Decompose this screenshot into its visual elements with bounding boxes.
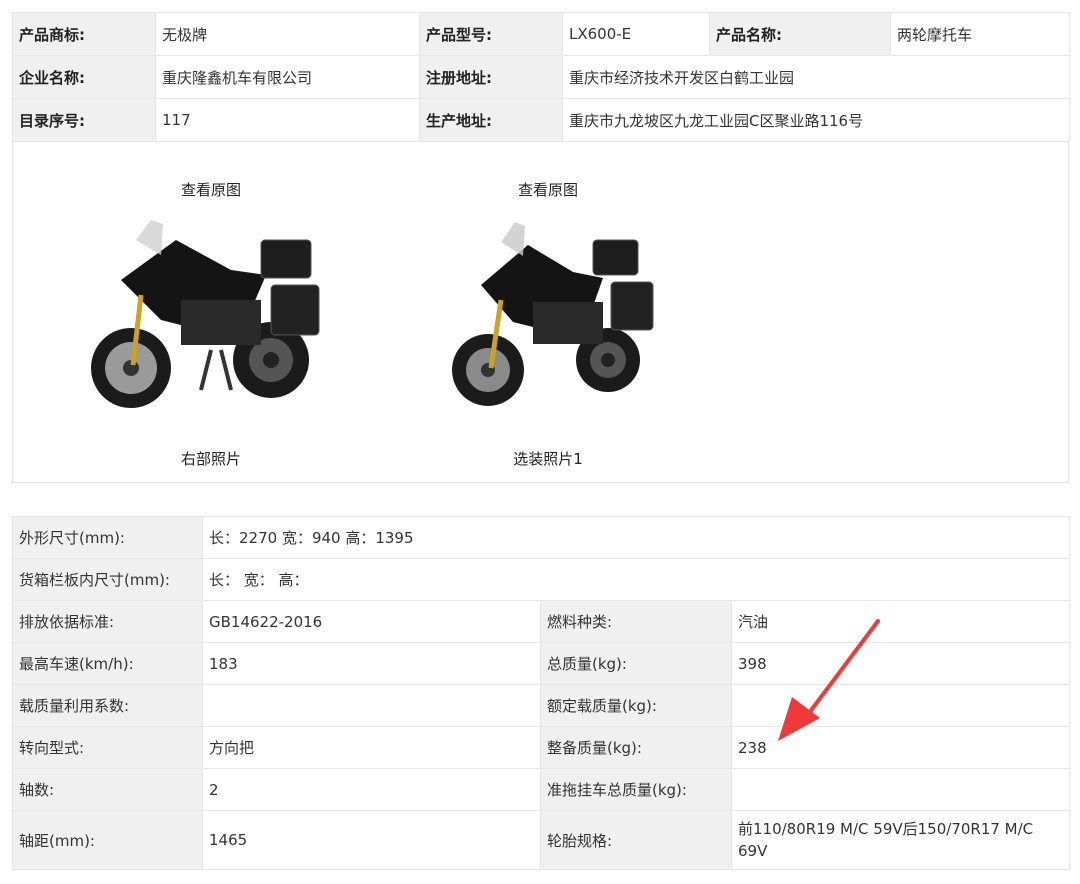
table-row: 外形尺寸(mm): 长：2270 宽：940 高：1395 — [12, 516, 1071, 559]
production-address-label: 生产地址: — [419, 98, 563, 142]
photo-card: 查看原图 右部照片 — [81, 180, 341, 469]
total-mass-label: 总质量(kg): — [540, 642, 732, 685]
view-original-link[interactable]: 查看原图 — [433, 180, 663, 200]
emission-standard-value: GB14622-2016 — [202, 600, 541, 643]
trademark-value: 无极牌 — [155, 12, 420, 56]
trademark-label: 产品商标: — [12, 12, 156, 56]
load-coefficient-label: 载质量利用系数: — [12, 684, 203, 727]
reg-address-value: 重庆市经济技术开发区白鹤工业园 — [562, 55, 1070, 99]
company-value: 重庆隆鑫机车有限公司 — [155, 55, 420, 99]
parameter-table: 外形尺寸(mm): 长：2270 宽：940 高：1395 货箱栏板内尺寸(mm… — [12, 516, 1071, 870]
table-row: 载质量利用系数: 额定载质量(kg): — [12, 684, 1071, 727]
total-mass-value: 398 — [730, 642, 1071, 685]
rated-load-value — [730, 684, 1071, 727]
info-row: 产品商标: 无极牌 产品型号: LX600-E 产品名称: 两轮摩托车 — [12, 12, 1070, 56]
axle-count-label: 轴数: — [12, 768, 203, 811]
max-speed-value: 183 — [202, 642, 541, 685]
table-row: 货箱栏板内尺寸(mm): 长： 宽： 高： — [12, 558, 1071, 601]
info-row: 企业名称: 重庆隆鑫机车有限公司 注册地址: 重庆市经济技术开发区白鹤工业园 — [12, 55, 1070, 99]
production-address-value: 重庆市九龙坡区九龙工业园C区聚业路116号 — [562, 98, 1070, 142]
info-row: 目录序号: 117 生产地址: 重庆市九龙坡区九龙工业园C区聚业路116号 — [12, 98, 1070, 142]
trailer-mass-value — [730, 768, 1071, 811]
dimensions-value: 长：2270 宽：940 高：1395 — [201, 516, 1071, 559]
trailer-mass-label: 准拖挂车总质量(kg): — [540, 768, 732, 811]
dimensions-label: 外形尺寸(mm): — [12, 516, 203, 559]
table-row: 转向型式: 方向把 整备质量(kg): 238 — [12, 726, 1071, 769]
steering-type-value: 方向把 — [202, 726, 541, 769]
table-row: 排放依据标准: GB14622-2016 燃料种类: 汽油 — [12, 600, 1071, 643]
steering-type-label: 转向型式: — [12, 726, 203, 769]
motorcycle-photo[interactable] — [81, 200, 341, 430]
wheelbase-label: 轴距(mm): — [12, 810, 203, 870]
curb-weight-label: 整备质量(kg): — [540, 726, 732, 769]
product-info-table: 产品商标: 无极牌 产品型号: LX600-E 产品名称: 两轮摩托车 企业名称… — [12, 12, 1070, 142]
product-name-value: 两轮摩托车 — [890, 12, 1070, 56]
curb-weight-value: 238 — [730, 726, 1071, 769]
table-row: 最高车速(km/h): 183 总质量(kg): 398 — [12, 642, 1071, 685]
axle-count-value: 2 — [202, 768, 541, 811]
catalog-no-label: 目录序号: — [12, 98, 156, 142]
cargo-box-label: 货箱栏板内尺寸(mm): — [12, 558, 203, 601]
cargo-box-value: 长： 宽： 高： — [201, 558, 1071, 601]
catalog-no-value: 117 — [155, 98, 420, 142]
view-original-link[interactable]: 查看原图 — [81, 180, 341, 200]
product-name-label: 产品名称: — [709, 12, 891, 56]
company-label: 企业名称: — [12, 55, 156, 99]
fuel-type-label: 燃料种类: — [540, 600, 732, 643]
reg-address-label: 注册地址: — [419, 55, 563, 99]
tire-spec-value: 前110/80R19 M/C 59V后150/70R17 M/C 69V — [730, 810, 1071, 870]
table-row: 轴数: 2 准拖挂车总质量(kg): — [12, 768, 1071, 811]
table-row: 轴距(mm): 1465 轮胎规格: 前110/80R19 M/C 59V后15… — [12, 810, 1071, 870]
model-value: LX600-E — [562, 12, 710, 56]
tire-spec-label: 轮胎规格: — [540, 810, 732, 870]
fuel-type-value: 汽油 — [730, 600, 1071, 643]
emission-standard-label: 排放依据标准: — [12, 600, 203, 643]
photo-card: 查看原图 选装照片1 — [433, 180, 663, 469]
photo-section: 查看原图 右部照片 查看原图 选装照片1 — [12, 140, 1069, 483]
load-coefficient-value — [202, 684, 541, 727]
photo-caption: 选装照片1 — [513, 450, 583, 468]
photo-caption: 右部照片 — [180, 450, 241, 468]
max-speed-label: 最高车速(km/h): — [12, 642, 203, 685]
wheelbase-value: 1465 — [202, 810, 541, 870]
motorcycle-photo[interactable] — [433, 200, 663, 430]
model-label: 产品型号: — [419, 12, 563, 56]
rated-load-label: 额定载质量(kg): — [540, 684, 732, 727]
